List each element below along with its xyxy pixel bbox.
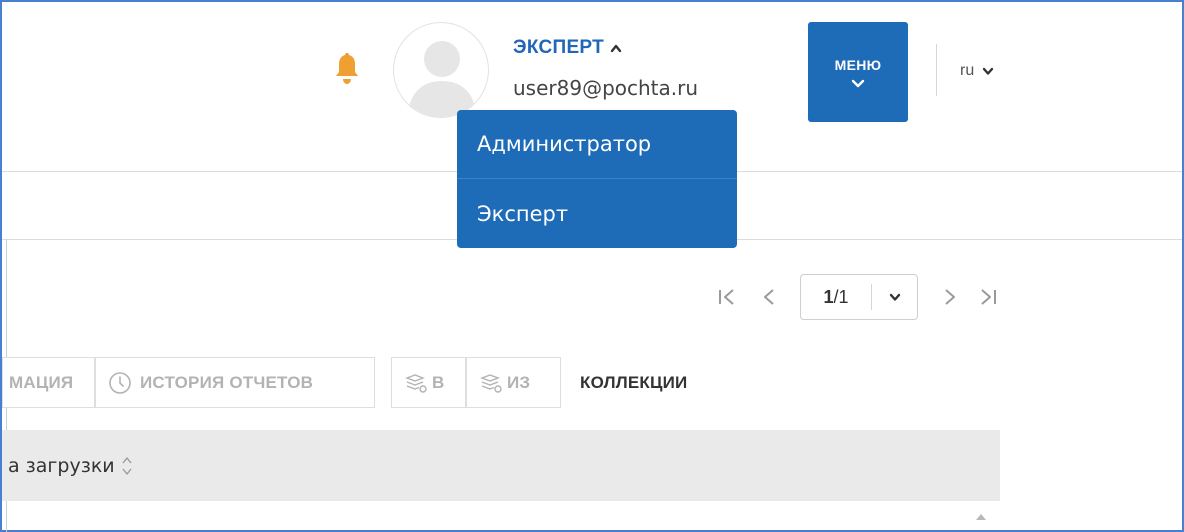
user-silhouette-icon	[408, 41, 476, 117]
avatar[interactable]	[393, 22, 489, 118]
role-option-expert[interactable]: Эксперт	[457, 179, 737, 248]
prev-page-icon[interactable]	[758, 286, 780, 308]
tab-label: КОЛЛЕКЦИИ	[580, 372, 688, 392]
role-switcher[interactable]: ЭКСПЕРТ	[513, 37, 622, 59]
role-dropdown: Администратор Эксперт	[457, 110, 737, 248]
tab-report-history[interactable]: ИСТОРИЯ ОТЧЕТОВ	[95, 357, 375, 408]
scroll-up-icon[interactable]	[974, 512, 988, 522]
tab-from-collection[interactable]: ИЗ	[466, 357, 561, 408]
page-dropdown-toggle[interactable]	[872, 293, 917, 302]
chevron-up-icon	[610, 44, 622, 53]
collection-icon	[480, 373, 502, 393]
sort-icon[interactable]	[121, 455, 133, 477]
chevron-down-icon	[851, 79, 865, 87]
first-page-icon[interactable]	[716, 286, 738, 308]
tab-label: В	[432, 372, 445, 392]
table-header: а загрузки	[2, 430, 1000, 501]
tab-collections[interactable]: КОЛЛЕКЦИИ	[580, 357, 687, 408]
language-code: ru	[960, 62, 975, 79]
tab-label: МАЦИЯ	[9, 372, 74, 392]
chevron-down-icon	[983, 67, 994, 75]
tab-label: ИСТОРИЯ ОТЧЕТОВ	[140, 372, 314, 392]
next-page-icon[interactable]	[939, 286, 961, 308]
tab-in-collection[interactable]: В	[391, 357, 466, 408]
page-indicator: 1/1	[823, 286, 849, 307]
collection-icon	[405, 373, 427, 393]
column-upload-date[interactable]: а загрузки	[8, 455, 115, 477]
page-selector[interactable]: 1/1	[800, 274, 918, 320]
current-role: ЭКСПЕРТ	[513, 37, 605, 58]
clock-icon	[109, 371, 131, 394]
user-email: user89@pochta.ru	[513, 76, 699, 100]
menu-button-label: МЕНЮ	[834, 56, 882, 73]
bell-icon[interactable]	[333, 50, 361, 90]
role-option-administrator[interactable]: Администратор	[457, 110, 737, 179]
language-selector[interactable]: ru	[960, 62, 994, 80]
menu-button[interactable]: МЕНЮ	[808, 22, 908, 122]
last-page-icon[interactable]	[977, 286, 999, 308]
header-divider	[936, 44, 937, 96]
tab-information[interactable]: МАЦИЯ	[2, 357, 95, 408]
tab-label: ИЗ	[507, 372, 531, 392]
chevron-down-icon	[889, 293, 900, 301]
